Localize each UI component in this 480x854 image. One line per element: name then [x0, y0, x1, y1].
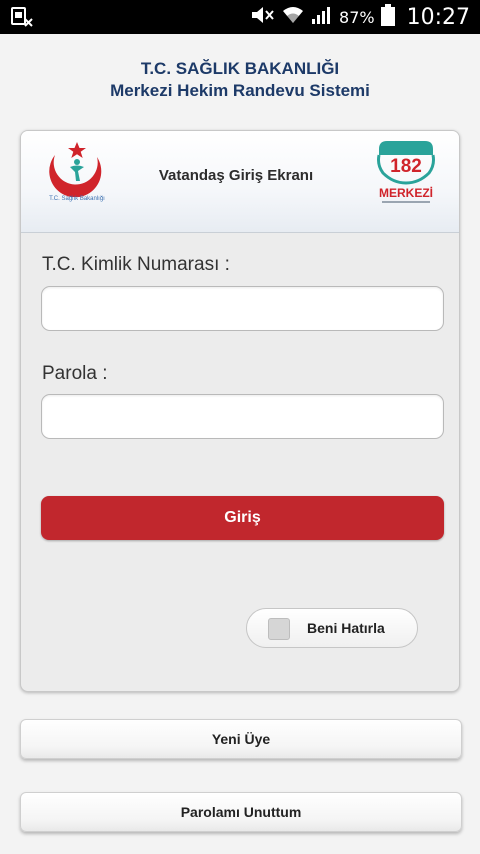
logo-number: 182 — [390, 156, 422, 177]
logo-word: MERKEZİ — [379, 185, 433, 200]
battery-percent: 87% — [339, 7, 375, 27]
password-input[interactable] — [41, 394, 444, 439]
clock-time: 10:27 — [406, 4, 470, 30]
system-title: Merkezi Hekim Randevu Sistemi — [110, 81, 370, 100]
tc-kimlik-input[interactable] — [41, 286, 444, 331]
mhrs-182-logo: 182 MERKEZİ — [373, 139, 439, 219]
app-header: T.C. SAĞLIK BAKANLIĞI Merkezi Hekim Rand… — [0, 58, 480, 102]
ministry-logo-caption: T.C. Sağlık Bakanlığı — [49, 196, 105, 202]
login-card-header: T.C. Sağlık Bakanlığı Vatandaş Giriş Ekr… — [21, 131, 459, 233]
battery-icon — [380, 3, 395, 31]
forgot-password-button[interactable]: Parolamı Unuttum — [20, 792, 462, 832]
sim-notification-icon — [10, 7, 34, 27]
login-card: T.C. Sağlık Bakanlığı Vatandaş Giriş Ekr… — [20, 130, 460, 692]
ministry-logo: T.C. Sağlık Bakanlığı — [39, 141, 115, 211]
tc-kimlik-label: T.C. Kimlik Numarası : — [42, 254, 230, 275]
ministry-title: T.C. SAĞLIK BAKANLIĞI — [140, 59, 340, 78]
signal-icon — [311, 5, 333, 30]
remember-me-label: Beni Hatırla — [307, 620, 385, 636]
wifi-icon — [281, 5, 305, 30]
status-bar: 87% 10:27 — [0, 0, 480, 34]
login-button[interactable]: Giriş — [41, 496, 444, 540]
new-member-button[interactable]: Yeni Üye — [20, 719, 462, 759]
login-screen-title: Vatandaş Giriş Ekranı — [158, 167, 314, 184]
mute-icon — [249, 5, 275, 30]
remember-me-toggle[interactable]: Beni Hatırla — [246, 608, 418, 648]
remember-me-checkbox[interactable] — [268, 618, 290, 640]
password-label: Parola : — [42, 363, 108, 384]
